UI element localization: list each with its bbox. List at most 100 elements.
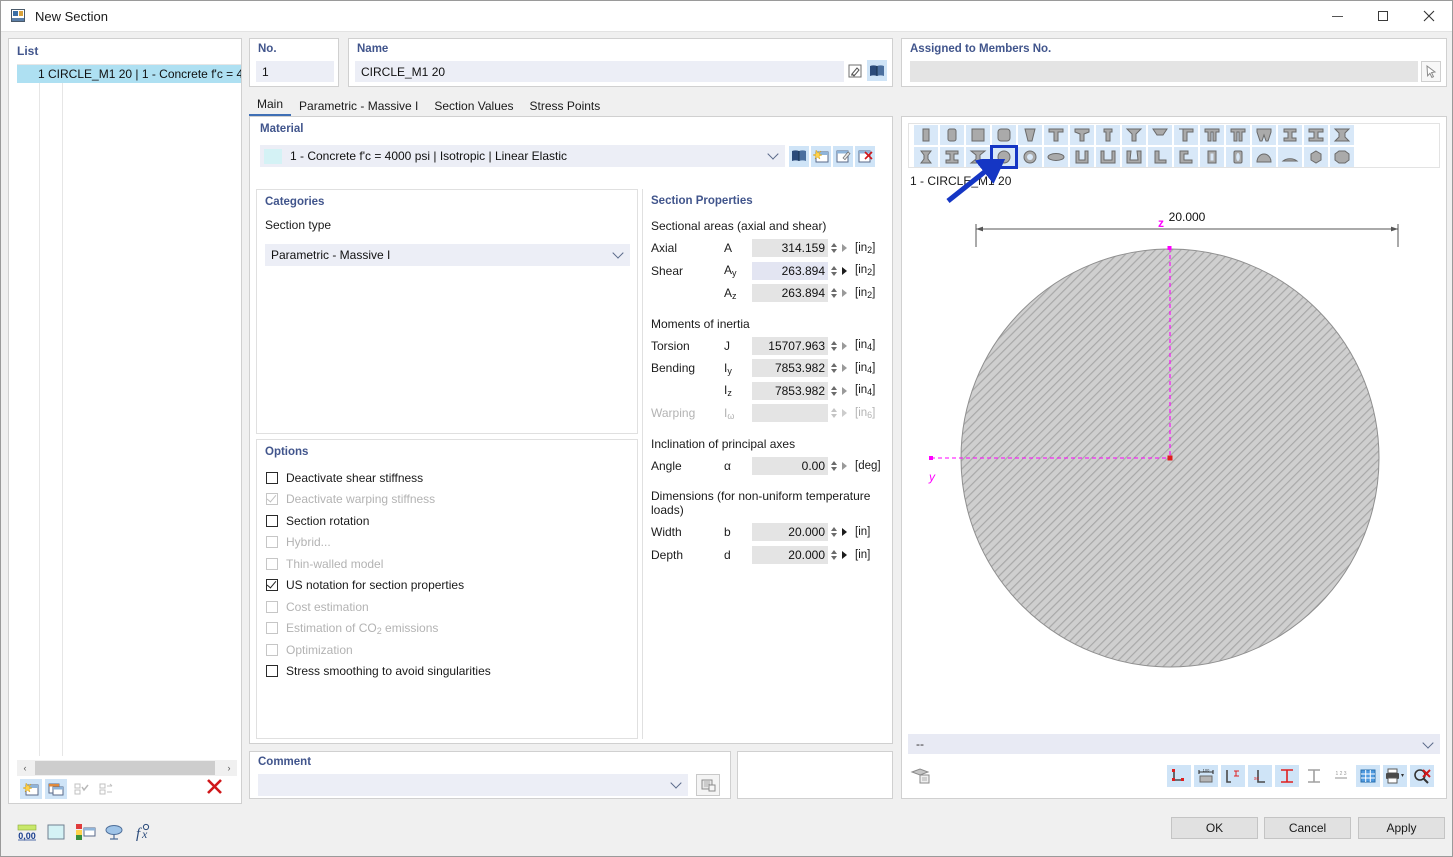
t-section-icon[interactable] [1044, 124, 1068, 145]
square-icon[interactable] [966, 124, 990, 145]
delete-material-button[interactable] [855, 145, 875, 167]
tab-parametric-massive-i[interactable]: Parametric - Massive I [291, 97, 426, 116]
inverted-t-wide-icon[interactable] [1148, 124, 1172, 145]
width-field[interactable]: 20.000 [752, 523, 828, 542]
checkbox[interactable] [266, 514, 278, 527]
spinner[interactable] [829, 359, 838, 377]
spinner[interactable] [829, 546, 838, 564]
spinner[interactable] [829, 382, 838, 400]
name-input[interactable] [355, 61, 844, 82]
cancel-button[interactable]: Cancel [1264, 817, 1351, 839]
checkbox[interactable] [266, 665, 278, 678]
spinner[interactable] [829, 262, 838, 280]
part-dimension-icon[interactable] [1221, 765, 1245, 787]
double-t-icon[interactable] [1200, 124, 1224, 145]
shear-area-y-field[interactable]: 263.894 [752, 261, 828, 280]
hollow-rect-icon[interactable] [1200, 146, 1224, 167]
panel-splitter[interactable] [244, 38, 248, 804]
bending-iz-field[interactable]: 7853.982 [752, 381, 828, 400]
i-taper-icon[interactable] [1330, 124, 1354, 145]
assigned-members-input[interactable] [910, 61, 1418, 82]
depth-field[interactable]: 20.000 [752, 545, 828, 564]
maximize-icon[interactable] [1360, 1, 1406, 32]
circle-hollow-icon[interactable] [1018, 146, 1042, 167]
shear-center-icon[interactable]: sc [1248, 765, 1272, 787]
angle-field[interactable]: 0.00 [752, 456, 828, 475]
segment-icon[interactable] [1278, 146, 1302, 167]
ok-button[interactable]: OK [1171, 817, 1258, 839]
book-icon[interactable] [867, 60, 887, 81]
pencil-box-icon[interactable] [845, 60, 865, 81]
rect-narrow-icon[interactable] [914, 124, 938, 145]
apply-button[interactable]: Apply [1358, 817, 1445, 839]
i-section-icon[interactable] [1278, 124, 1302, 145]
expand-arrow-icon[interactable] [838, 382, 850, 400]
w-section-icon[interactable] [1252, 124, 1276, 145]
material-combobox[interactable]: 1 - Concrete f'c = 4000 psi | Isotropic … [260, 145, 785, 167]
expand-arrow-icon[interactable] [838, 523, 850, 541]
tab-main[interactable]: Main [249, 95, 292, 116]
option-stress-smoothing[interactable]: Stress smoothing to avoid singularities [266, 661, 637, 683]
minimize-icon[interactable] [1314, 1, 1360, 32]
checkbox[interactable] [266, 471, 278, 484]
dimension-lines-icon[interactable] [1167, 765, 1191, 787]
scrollbar-thumb[interactable] [35, 761, 215, 775]
rect-rounded-icon[interactable] [940, 124, 964, 145]
ellipse-icon[interactable] [1044, 146, 1068, 167]
z-section-icon[interactable] [1174, 146, 1198, 167]
number-input[interactable] [256, 61, 334, 82]
taper-v-icon[interactable] [1018, 124, 1042, 145]
axial-area-field[interactable]: 314.159 [752, 239, 828, 258]
inverted-t-icon[interactable] [1122, 124, 1146, 145]
u-section-icon[interactable] [1070, 146, 1094, 167]
material-library-button[interactable] [789, 145, 809, 167]
expand-arrow-icon[interactable] [838, 262, 850, 280]
comment-note-icon[interactable] [696, 774, 720, 796]
zoom-reset-icon[interactable] [1410, 765, 1434, 787]
i-taper2-icon[interactable] [966, 146, 990, 167]
grid-icon[interactable] [1356, 765, 1380, 787]
principal-axes-icon[interactable] [1275, 765, 1299, 787]
close-icon[interactable] [1406, 1, 1452, 32]
checkbox[interactable] [266, 578, 278, 592]
i-beam-icon[interactable] [940, 146, 964, 167]
section-type-combobox[interactable]: Parametric - Massive I [265, 244, 630, 266]
total-dimension-icon[interactable]: 100 [1194, 765, 1218, 787]
stress-points-icon[interactable] [1302, 765, 1326, 787]
viewer-bottom-combobox[interactable]: -- [908, 734, 1440, 754]
octagon-icon[interactable] [1330, 146, 1354, 167]
delete-section-button[interactable] [206, 778, 223, 800]
option-us-notation[interactable]: US notation for section properties [266, 575, 637, 597]
spinner[interactable] [829, 284, 838, 302]
spinner[interactable] [829, 239, 838, 257]
i-wide-icon[interactable] [1304, 124, 1328, 145]
tab-stress-points[interactable]: Stress Points [522, 97, 609, 116]
option-section-rotation[interactable]: Section rotation [266, 510, 637, 532]
select-all-button[interactable] [70, 779, 92, 799]
u-taper-icon[interactable] [1122, 146, 1146, 167]
hexagon-icon[interactable] [1304, 146, 1328, 167]
shear-area-z-field[interactable]: 263.894 [752, 284, 828, 303]
expand-arrow-icon[interactable] [838, 359, 850, 377]
numbering-icon[interactable]: 1 2 3 [1329, 765, 1353, 787]
spinner[interactable] [829, 337, 838, 355]
expand-arrow-icon[interactable] [838, 546, 850, 564]
scroll-left-icon[interactable]: ‹ [17, 760, 33, 776]
square-rounded-icon[interactable] [992, 124, 1016, 145]
section-drawing-canvas[interactable]: 20.000 z y [in] [908, 191, 1440, 783]
new-section-button[interactable] [20, 779, 42, 799]
expand-arrow-icon[interactable] [838, 284, 850, 302]
pick-members-icon[interactable] [1421, 61, 1441, 82]
expand-arrow-icon[interactable] [838, 337, 850, 355]
hollow-rect-tall-icon[interactable] [1226, 146, 1250, 167]
scroll-right-icon[interactable]: › [221, 760, 237, 776]
torsion-field[interactable]: 15707.963 [752, 336, 828, 355]
circle-filled-icon[interactable] [990, 144, 1018, 169]
copy-section-button[interactable] [45, 779, 67, 799]
expand-arrow-icon[interactable] [838, 239, 850, 257]
list-item[interactable]: 1 CIRCLE_M1 20 | 1 - Concrete f'c = 40 [17, 65, 241, 83]
invert-selection-button[interactable] [95, 779, 117, 799]
expand-arrow-icon[interactable] [838, 457, 850, 475]
l-section-icon[interactable] [1148, 146, 1172, 167]
edit-material-button[interactable] [833, 145, 853, 167]
